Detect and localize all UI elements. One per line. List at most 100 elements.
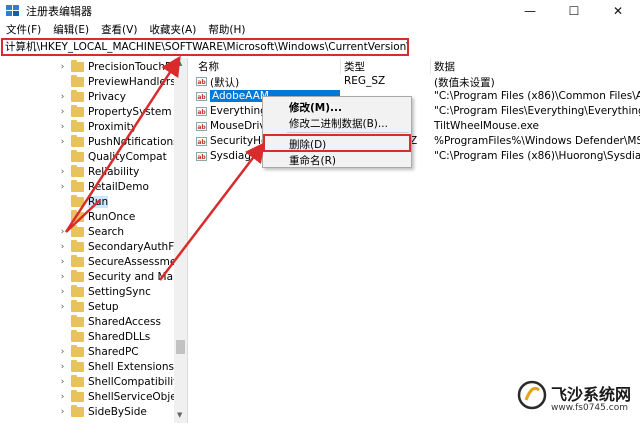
menu-edit[interactable]: 编辑(E) xyxy=(47,22,95,38)
tree-item-label: Run xyxy=(88,195,109,208)
column-header-name[interactable]: 名称 xyxy=(198,59,219,74)
value-data: (数值未设置) xyxy=(434,77,495,89)
tree-item-label: Security and Mainten xyxy=(88,270,187,283)
tree-item[interactable]: RunOnce xyxy=(0,209,135,224)
tree-item[interactable]: › ShellServiceObjectDe xyxy=(0,389,187,404)
folder-icon xyxy=(71,119,84,132)
tree-item[interactable]: › Setup xyxy=(0,299,119,314)
chevron-right-icon[interactable]: › xyxy=(58,227,67,237)
tree-item[interactable]: › SecondaryAuthFactor xyxy=(0,239,187,254)
chevron-right-icon[interactable]: › xyxy=(58,287,67,297)
tree-item[interactable]: › PrecisionTouchPad xyxy=(0,59,184,74)
maximize-icon[interactable]: ☐ xyxy=(552,0,596,22)
tree-item[interactable]: QualityCompat xyxy=(0,149,167,164)
chevron-right-icon[interactable]: › xyxy=(58,272,67,282)
menu-file[interactable]: 文件(F) xyxy=(0,22,47,38)
folder-icon xyxy=(71,299,84,312)
chevron-right-icon[interactable]: › xyxy=(58,302,67,312)
context-modify-binary[interactable]: 修改二进制数据(B)... xyxy=(289,116,388,131)
tree-item-label: RunOnce xyxy=(88,210,136,223)
registry-app-icon xyxy=(6,5,20,17)
tree-item-label: SettingSync xyxy=(88,285,151,298)
tree-item[interactable]: › SecureAssessment xyxy=(0,254,187,269)
chevron-right-icon[interactable]: › xyxy=(58,347,67,357)
tree-item-label: Setup xyxy=(88,300,119,313)
chevron-right-icon[interactable]: › xyxy=(58,92,67,102)
tree-item[interactable]: › Search xyxy=(0,224,124,239)
tree-item[interactable]: › RetailDemo xyxy=(0,179,149,194)
chevron-right-icon[interactable]: › xyxy=(58,107,67,117)
tree-item[interactable]: › SettingSync xyxy=(0,284,151,299)
folder-icon xyxy=(71,209,84,222)
chevron-right-icon[interactable]: › xyxy=(58,392,67,402)
menu-favorites[interactable]: 收藏夹(A) xyxy=(143,22,202,38)
tree-item[interactable]: Run xyxy=(0,194,109,209)
column-header-data[interactable]: 数据 xyxy=(434,59,455,74)
string-value-icon: ab xyxy=(196,152,207,161)
value-row[interactable]: ab MouseDrive TiltWheelMouse.exe xyxy=(192,119,640,134)
value-data: %ProgramFiles%\Windows Defender\MSASCui xyxy=(434,135,640,147)
close-icon[interactable]: ✕ xyxy=(596,0,640,22)
chevron-right-icon[interactable]: › xyxy=(58,122,67,132)
chevron-right-icon[interactable]: › xyxy=(58,407,67,417)
string-value-icon: ab xyxy=(196,122,207,131)
delete-highlight-box xyxy=(263,134,411,152)
value-name: (默认) xyxy=(210,77,240,89)
key-tree: › PrecisionTouchPad PreviewHandlers › Privac… xyxy=(0,58,188,423)
tree-item[interactable]: › PropertySystem xyxy=(0,104,172,119)
value-data: "C:\Program Files (x86)\Common Files\Ado… xyxy=(434,90,640,102)
watermark-title: 飞沙系统网 xyxy=(551,385,632,404)
folder-icon xyxy=(71,269,84,282)
column-header-type[interactable]: 类型 xyxy=(344,59,365,74)
watermark-logo-icon xyxy=(517,380,547,410)
tree-item[interactable]: › ShellCompatibility xyxy=(0,374,183,389)
tree-item[interactable]: › SideBySide xyxy=(0,404,147,419)
value-row[interactable]: ab SecurityHea Z %ProgramFiles%\Windows Def… xyxy=(192,134,640,149)
tree-item[interactable]: › Privacy xyxy=(0,89,126,104)
address-bar[interactable]: 计算机\HKEY_LOCAL_MACHINE\SOFTWARE\Microsof… xyxy=(1,38,409,56)
tree-item-label: Search xyxy=(88,225,125,238)
string-value-icon: ab xyxy=(196,92,207,101)
chevron-right-icon[interactable]: › xyxy=(58,137,67,147)
value-row[interactable]: ab Sysdiag "C:\Program Files (x86)\Huorong… xyxy=(192,149,640,164)
scroll-up-icon[interactable]: ▲ xyxy=(177,59,182,67)
menu-help[interactable]: 帮助(H) xyxy=(202,22,251,38)
chevron-right-icon[interactable]: › xyxy=(58,257,67,267)
minimize-icon[interactable]: — xyxy=(508,0,552,22)
scroll-down-icon[interactable]: ▼ xyxy=(177,411,182,419)
chevron-right-icon[interactable]: › xyxy=(58,167,67,177)
folder-icon xyxy=(71,389,84,402)
folder-icon xyxy=(71,284,84,297)
tree-item-label: Shell Extensions xyxy=(88,360,174,373)
tree-item[interactable]: › PushNotifications xyxy=(0,134,179,149)
tree-item-label: SharedPC xyxy=(88,345,139,358)
tree-item[interactable]: › SharedPC xyxy=(0,344,139,359)
tree-item[interactable]: › Security and Mainten xyxy=(0,269,187,284)
tree-item[interactable]: PreviewHandlers xyxy=(0,74,176,89)
folder-icon xyxy=(71,374,84,387)
tree-item[interactable]: › Reliability xyxy=(0,164,139,179)
tree-item[interactable]: › Shell Extensions xyxy=(0,359,174,374)
context-rename[interactable]: 重命名(R) xyxy=(289,153,336,168)
tree-item[interactable]: SharedAccess xyxy=(0,314,161,329)
scroll-thumb[interactable] xyxy=(176,340,185,354)
chevron-right-icon[interactable]: › xyxy=(58,377,67,387)
tree-item-label: RetailDemo xyxy=(88,180,149,193)
chevron-right-icon[interactable]: › xyxy=(58,182,67,192)
context-modify[interactable]: 修改(M)... xyxy=(289,100,342,115)
menu-view[interactable]: 查看(V) xyxy=(95,22,143,38)
chevron-right-icon[interactable]: › xyxy=(58,242,67,252)
chevron-right-icon[interactable]: › xyxy=(58,362,67,372)
tree-item-label: PushNotifications xyxy=(88,135,179,148)
value-row[interactable]: ab Everything "C:\Program Files\Everything… xyxy=(192,104,640,119)
value-row[interactable]: ab AdobeAAM "C:\Program Files (x86)\Common… xyxy=(192,89,640,104)
tree-item[interactable]: SharedDLLs xyxy=(0,329,150,344)
tree-scrollbar[interactable]: ▲ ▼ xyxy=(174,58,187,423)
tree-item-label: Reliability xyxy=(88,165,140,178)
folder-icon xyxy=(71,254,84,267)
value-row[interactable]: ab (默认) REG_SZ (数值未设置) xyxy=(192,74,640,89)
folder-icon xyxy=(71,104,84,117)
chevron-right-icon[interactable]: › xyxy=(58,62,67,72)
tree-item[interactable]: › Proximity xyxy=(0,119,137,134)
